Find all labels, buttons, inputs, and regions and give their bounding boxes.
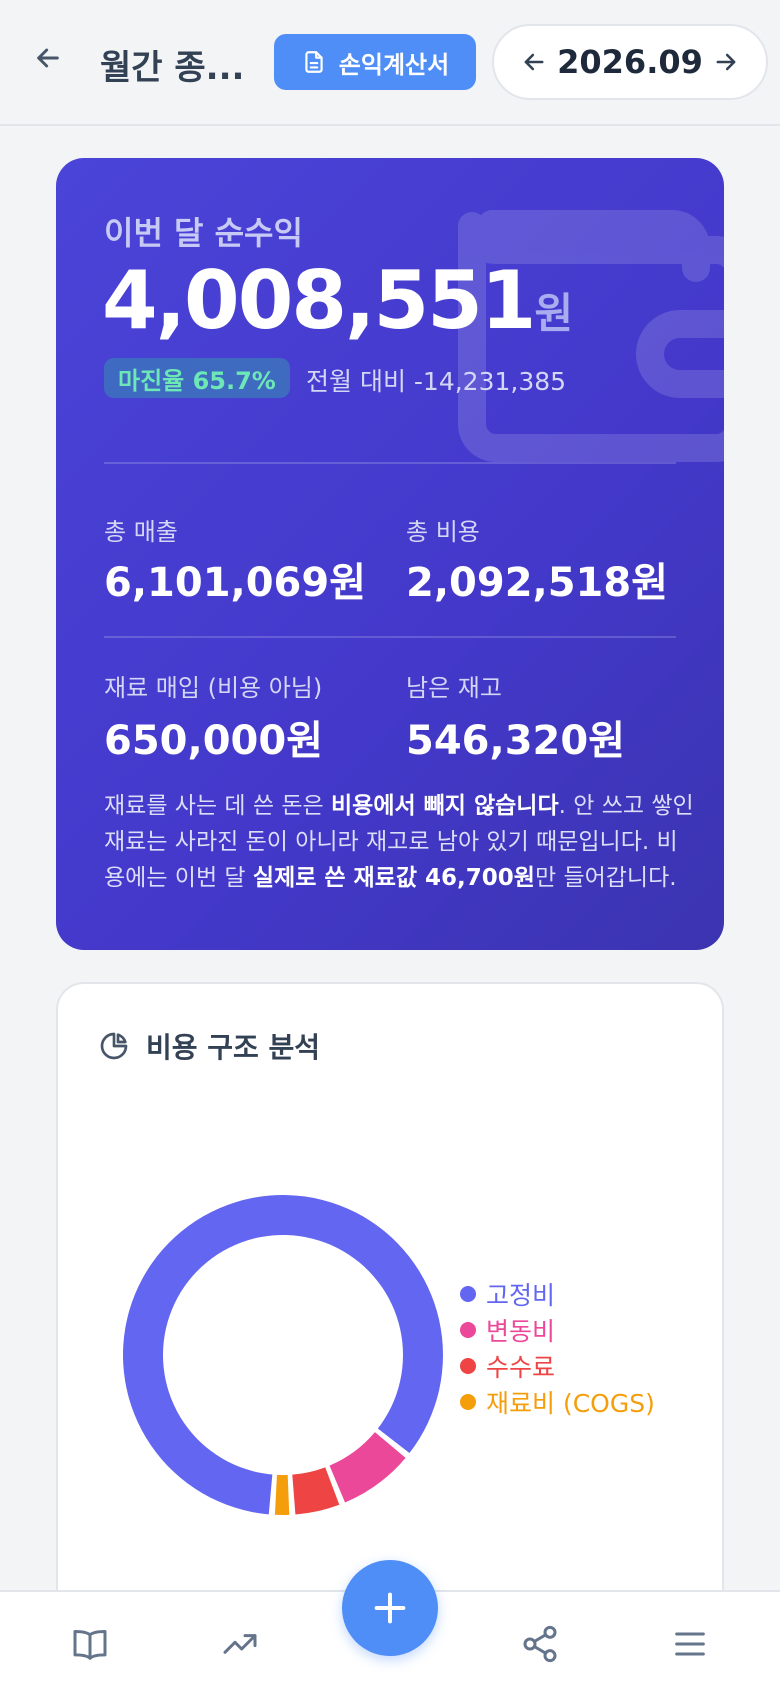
legend-label: 변동비 bbox=[486, 1317, 556, 1346]
legend-item: 수수료 bbox=[460, 1348, 655, 1384]
net-profit-value: 4,008,551원 bbox=[102, 254, 573, 347]
next-month-button[interactable] bbox=[710, 46, 742, 78]
legend-dot bbox=[460, 1394, 476, 1410]
legend-label: 수수료 bbox=[486, 1353, 556, 1382]
donut-slice-4[interactable] bbox=[274, 1474, 290, 1515]
material-cost-note: 재료를 사는 데 쓴 돈은 비용에서 빼지 않습니다. 안 쓰고 쌓인 재료는 … bbox=[104, 788, 694, 896]
currency-unit: 원 bbox=[534, 289, 574, 338]
net-profit-card: 이번 달 순수익 4,008,551원 마진율 65.7% 전월 대비 -14,… bbox=[56, 158, 724, 950]
book-icon bbox=[73, 1630, 107, 1660]
income-statement-button[interactable]: 손익계산서 bbox=[274, 34, 476, 90]
arrow-left-icon bbox=[524, 53, 544, 71]
total-cost-value: 2,092,518원 bbox=[406, 560, 669, 606]
legend-dot bbox=[460, 1358, 476, 1374]
cost-structure-title: 비용 구조 분석 bbox=[146, 1031, 321, 1064]
nav-share-button[interactable] bbox=[518, 1622, 562, 1666]
plus-icon bbox=[374, 1592, 406, 1624]
legend-label: 고정비 bbox=[486, 1281, 556, 1310]
legend-item: 변동비 bbox=[460, 1312, 655, 1348]
note-text: 만 들어갑니다. bbox=[534, 865, 677, 891]
cost-donut-chart[interactable] bbox=[118, 1190, 448, 1520]
document-icon bbox=[305, 51, 323, 73]
prev-month-button[interactable] bbox=[518, 46, 550, 78]
nav-menu-button[interactable] bbox=[668, 1622, 712, 1666]
back-button[interactable] bbox=[28, 38, 68, 78]
total-revenue-label: 총 매출 bbox=[104, 518, 178, 546]
material-purchase-value: 650,000원 bbox=[104, 718, 323, 764]
arrow-left-icon bbox=[37, 48, 59, 68]
pie-chart-icon bbox=[100, 1032, 128, 1060]
material-purchase-label: 재료 매입 (비용 아님) bbox=[104, 674, 323, 702]
remaining-inventory-value: 546,320원 bbox=[406, 718, 625, 764]
legend-item: 재료비 (COGS) bbox=[460, 1384, 655, 1420]
cost-structure-header: 비용 구조 분석 bbox=[98, 1026, 320, 1066]
total-revenue-value: 6,101,069원 bbox=[104, 560, 367, 606]
net-profit-amount: 4,008,551 bbox=[102, 254, 536, 347]
note-emphasis: 비용에서 빼지 않습니다 bbox=[331, 793, 559, 819]
divider bbox=[104, 636, 676, 638]
month-selector: 2026.09 bbox=[492, 24, 768, 100]
legend-dot bbox=[460, 1286, 476, 1302]
add-entry-button[interactable] bbox=[342, 1560, 438, 1656]
nav-trends-button[interactable] bbox=[218, 1622, 262, 1666]
share-icon bbox=[523, 1625, 557, 1663]
trend-up-icon bbox=[223, 1634, 257, 1654]
page-title: 월간 종... bbox=[100, 48, 245, 88]
total-cost-label: 총 비용 bbox=[406, 518, 480, 546]
donut-slice-3[interactable] bbox=[292, 1467, 340, 1515]
remaining-inventory-label: 남은 재고 bbox=[406, 674, 502, 702]
legend-item: 고정비 bbox=[460, 1276, 655, 1312]
nav-ledger-button[interactable] bbox=[68, 1622, 112, 1666]
note-text: 재료를 사는 데 쓴 돈은 bbox=[104, 793, 331, 819]
divider bbox=[104, 462, 676, 464]
donut-slice-2[interactable] bbox=[329, 1432, 406, 1503]
legend-label: 재료비 (COGS) bbox=[486, 1389, 655, 1418]
income-statement-label: 손익계산서 bbox=[338, 50, 450, 79]
menu-icon bbox=[675, 1632, 705, 1656]
month-over-month-text: 전월 대비 -14,231,385 bbox=[306, 367, 567, 396]
legend-dot bbox=[460, 1322, 476, 1338]
arrow-right-icon bbox=[716, 53, 736, 71]
top-app-bar: 월간 종... 손익계산서 2026.09 bbox=[0, 0, 780, 126]
net-profit-label: 이번 달 순수익 bbox=[104, 214, 303, 252]
current-month[interactable]: 2026.09 bbox=[557, 43, 703, 81]
chart-legend: 고정비변동비수수료재료비 (COGS) bbox=[460, 1276, 655, 1420]
note-emphasis: 실제로 쓴 재료값 46,700원 bbox=[252, 865, 535, 891]
margin-badge: 마진율 65.7% bbox=[104, 358, 290, 398]
